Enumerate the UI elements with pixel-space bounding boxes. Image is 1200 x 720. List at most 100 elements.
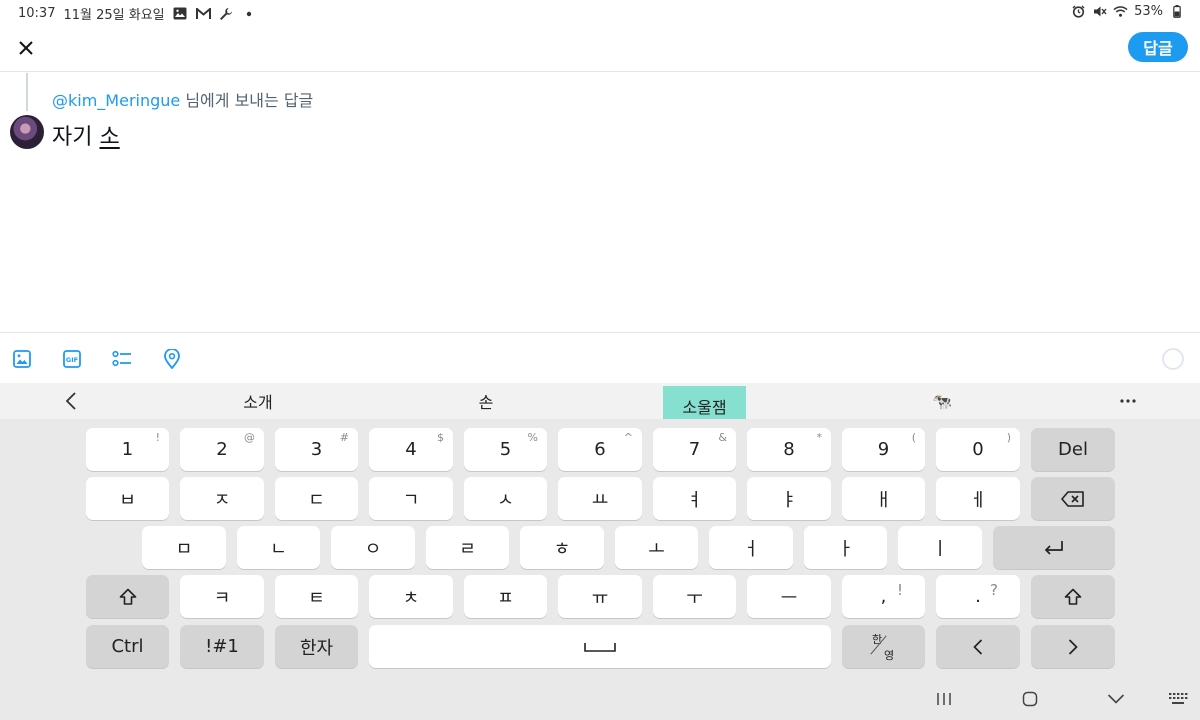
thread-line (26, 73, 28, 111)
comma-key[interactable]: ,! (842, 575, 925, 618)
key-3[interactable]: 3 # (275, 428, 358, 471)
alarm-icon (1071, 4, 1086, 19)
key-4[interactable]: 4 $ (369, 428, 453, 471)
suggestion-back-icon[interactable] (60, 390, 82, 412)
key-hangul[interactable]: ㅍ (464, 575, 547, 618)
key-hangul[interactable]: ㅂ (86, 477, 169, 520)
poll-icon[interactable] (112, 349, 132, 369)
compose-header: 답글 (0, 24, 1200, 72)
close-button[interactable] (12, 34, 40, 62)
enter-icon (1044, 540, 1063, 555)
lang-english-label: 영 (884, 649, 895, 662)
compose-text-input[interactable]: 자기 소 (52, 119, 120, 151)
key-hangul[interactable]: ㅊ (369, 575, 453, 618)
key-hangul[interactable]: ㅋ (180, 575, 264, 618)
battery-percent: 53% (1134, 4, 1163, 19)
replying-to-handle[interactable]: @kim_Meringue (52, 91, 180, 110)
reply-submit-button[interactable]: 답글 (1128, 32, 1188, 62)
ctrl-key[interactable]: Ctrl (86, 625, 169, 668)
key-hangul[interactable]: ㅛ (558, 477, 642, 520)
status-left: 10:37 11월 25일 화요일 (18, 4, 257, 23)
wifi-icon (1113, 4, 1128, 19)
key-5[interactable]: 5% (464, 428, 547, 471)
key-hangul[interactable]: ㅣ (898, 526, 982, 569)
shift-key-left[interactable] (86, 575, 169, 618)
mute-icon (1092, 4, 1107, 19)
key-0[interactable]: 0) (936, 428, 1020, 471)
key-hangul[interactable]: ㅔ (936, 477, 1020, 520)
key-6[interactable]: 6 ^ (558, 428, 642, 471)
compose-area: @kim_Meringue 님에게 보내는 답글 자기 소 (0, 73, 1200, 331)
keyboard: 1! 2 @ 3 # 4 $ 5% 6 ^ 7 & 8 * 9( 0) Del ㅂ ㅈ ㄷ … (0, 419, 1200, 720)
key-hangul[interactable]: ㅁ (142, 526, 226, 569)
replying-to-suffix: 님에게 보내는 답글 (180, 91, 314, 110)
key-hangul[interactable]: ㄴ (237, 526, 320, 569)
gmail-icon (195, 6, 211, 21)
keyboard-switch-icon[interactable] (1166, 688, 1190, 710)
key-hangul[interactable]: ㅜ (653, 575, 736, 618)
status-right: 53% (1071, 4, 1184, 19)
arrow-right-icon (1068, 638, 1078, 655)
key-hangul[interactable]: ㅠ (558, 575, 642, 618)
key-hangul[interactable]: ㅡ (747, 575, 831, 618)
home-icon[interactable] (1018, 688, 1042, 710)
battery-icon (1169, 4, 1184, 19)
suggestion-item[interactable]: 손 (446, 383, 526, 419)
period-key[interactable]: .? (936, 575, 1020, 618)
key-2[interactable]: 2 @ (180, 428, 264, 471)
arrow-left-icon (973, 638, 983, 655)
key-hangul[interactable]: ㅗ (615, 526, 698, 569)
key-hangul[interactable]: ㅏ (804, 526, 887, 569)
replying-to-label: @kim_Meringue 님에게 보내는 답글 (52, 87, 313, 111)
gif-icon[interactable]: GIF (62, 349, 82, 369)
image-icon[interactable] (12, 349, 32, 369)
key-hangul[interactable]: ㄷ (275, 477, 358, 520)
shift-icon (1064, 588, 1082, 605)
key-9[interactable]: 9( (842, 428, 925, 471)
symbols-key[interactable]: !#1 (180, 625, 264, 668)
suggestion-bar: 소개 손 소울잼 🐄 (0, 383, 1200, 426)
key-hangul[interactable]: ㅕ (653, 477, 736, 520)
cursor-left-key[interactable] (936, 625, 1020, 668)
language-toggle-key[interactable]: 한 영 (842, 625, 925, 668)
compose-text-committed: 자기 (52, 125, 100, 150)
compose-toolbar: GIF (0, 332, 1200, 382)
key-hangul[interactable]: ㅓ (709, 526, 793, 569)
status-bar: 10:37 11월 25일 화요일 53% (0, 0, 1200, 24)
key-hangul[interactable]: ㅈ (180, 477, 264, 520)
key-hangul[interactable]: ㅑ (747, 477, 831, 520)
space-key[interactable] (369, 625, 831, 668)
delete-key[interactable]: Del (1031, 428, 1115, 471)
shift-icon (119, 588, 136, 605)
key-1[interactable]: 1! (86, 428, 169, 471)
enter-key[interactable] (993, 526, 1115, 569)
backspace-icon (1061, 490, 1084, 507)
key-hangul[interactable]: ㅌ (275, 575, 358, 618)
character-counter-icon (1162, 348, 1184, 370)
key-hangul[interactable]: ㄹ (426, 526, 509, 569)
suggestion-item[interactable]: 소개 (218, 383, 298, 419)
compose-text-composing: 소 (99, 125, 120, 150)
svg-text:GIF: GIF (66, 356, 78, 364)
hide-keyboard-icon[interactable] (1104, 688, 1128, 710)
key-7[interactable]: 7 & (653, 428, 736, 471)
shift-key-right[interactable] (1031, 575, 1115, 618)
key-hangul[interactable]: ㅐ (842, 477, 925, 520)
hanja-key[interactable]: 한자 (275, 625, 358, 668)
key-hangul[interactable]: ㅇ (331, 526, 415, 569)
more-options-icon[interactable] (1116, 391, 1140, 411)
location-icon[interactable] (162, 349, 182, 369)
key-hangul[interactable]: ㅅ (464, 477, 547, 520)
suggestion-item-emoji[interactable]: 🐄 (902, 383, 982, 419)
cursor-right-key[interactable] (1031, 625, 1115, 668)
gallery-icon (173, 6, 188, 21)
status-date: 11월 25일 화요일 (63, 8, 165, 23)
key-hangul[interactable]: ㄱ (369, 477, 453, 520)
avatar (10, 115, 44, 149)
wrench-icon (219, 6, 234, 21)
backspace-key[interactable] (1031, 477, 1115, 520)
dot-icon (242, 6, 257, 21)
key-hangul[interactable]: ㅎ (520, 526, 604, 569)
key-8[interactable]: 8 * (747, 428, 831, 471)
recent-apps-icon[interactable] (932, 688, 956, 710)
